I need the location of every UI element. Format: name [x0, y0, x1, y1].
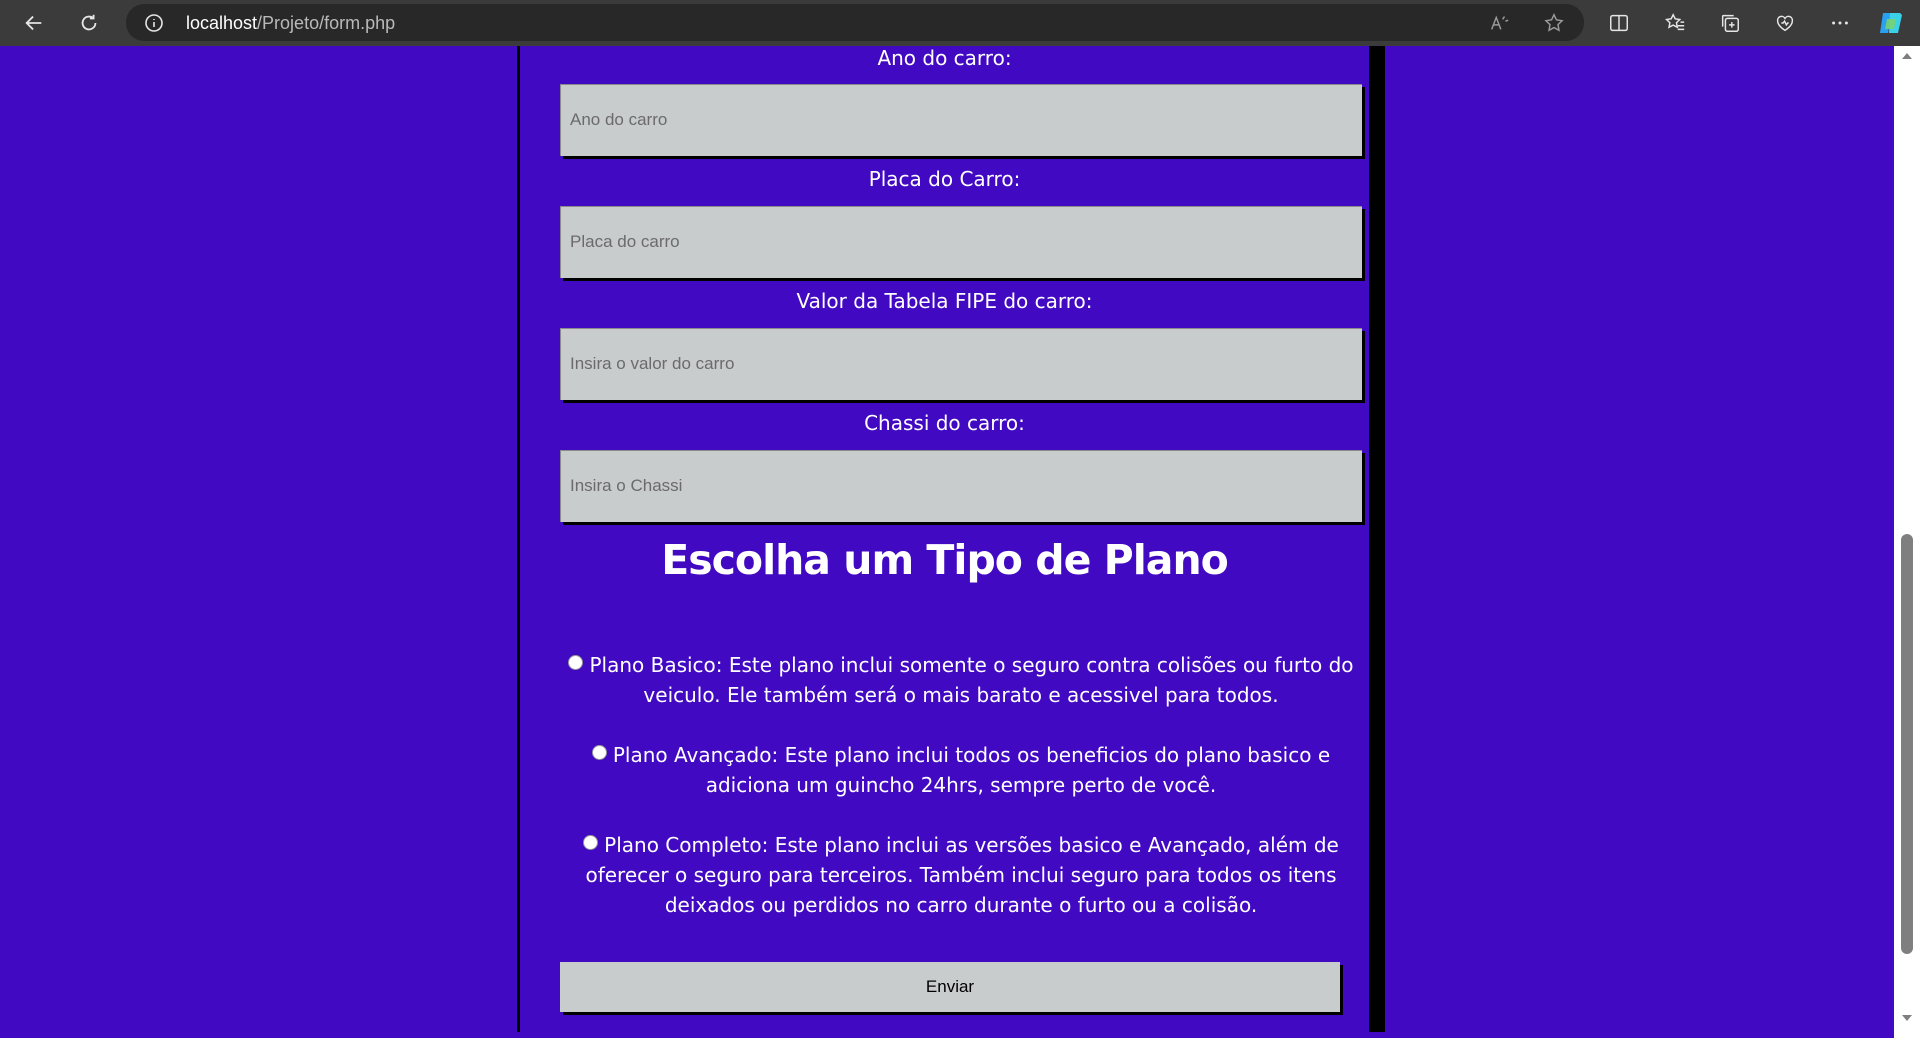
scroll-down-arrow-icon[interactable]: [1900, 1012, 1914, 1024]
favorites-icon[interactable]: [1658, 7, 1692, 39]
enviar-button[interactable]: Enviar: [560, 962, 1340, 1012]
plan-section-title: Escolha um Tipo de Plano: [661, 536, 1229, 584]
scroll-up-arrow-icon[interactable]: [1900, 50, 1914, 62]
label-chassi: Chassi do carro:: [864, 411, 1025, 435]
browser-essentials-icon[interactable]: [1768, 7, 1802, 39]
copilot-icon[interactable]: [1874, 7, 1908, 39]
valor-fipe-input[interactable]: [560, 328, 1362, 400]
url-path: /Projeto/form.php: [257, 13, 396, 33]
plan-completo-text: Plano Completo: Este plano inclui as ver…: [585, 833, 1339, 917]
plan-avancado-radio[interactable]: [591, 745, 607, 760]
collections-icon[interactable]: [1713, 7, 1747, 39]
form-container: Ano do carro: Placa do Carro: Valor da T…: [517, 46, 1385, 1032]
page-viewport: Ano do carro: Placa do Carro: Valor da T…: [6, 46, 1894, 1032]
url-host: localhost: [186, 13, 258, 33]
placa-do-carro-input[interactable]: [560, 206, 1362, 278]
vertical-scrollbar[interactable]: [1894, 46, 1920, 1038]
split-screen-icon[interactable]: [1602, 7, 1636, 39]
url-text[interactable]: localhost/Projeto/form.php: [186, 13, 395, 34]
back-icon[interactable]: [17, 7, 51, 39]
ano-do-carro-input[interactable]: [560, 84, 1362, 156]
refresh-icon[interactable]: [72, 7, 106, 39]
plan-avancado-text: Plano Avançado: Este plano inclui todos …: [612, 743, 1331, 797]
favorite-star-icon[interactable]: [1537, 7, 1571, 39]
more-icon[interactable]: [1823, 7, 1857, 39]
plan-basico-radio[interactable]: [568, 655, 584, 670]
label-valor-fipe: Valor da Tabela FIPE do carro:: [796, 289, 1093, 313]
info-icon[interactable]: [144, 13, 164, 33]
label-placa: Placa do Carro:: [868, 167, 1021, 191]
plan-completo-option[interactable]: Plano Completo: Este plano inclui as ver…: [560, 830, 1362, 920]
plan-completo-radio[interactable]: [583, 835, 599, 850]
label-ano: Ano do carro:: [877, 46, 1012, 70]
plan-basico-option[interactable]: Plano Basico: Este plano inclui somente …: [560, 650, 1362, 710]
read-aloud-icon[interactable]: [1482, 7, 1516, 39]
browser-toolbar: localhost/Projeto/form.php: [0, 0, 1920, 46]
chassi-input[interactable]: [560, 450, 1362, 522]
plan-basico-text: Plano Basico: Este plano inclui somente …: [589, 653, 1354, 707]
address-bar[interactable]: localhost/Projeto/form.php: [126, 4, 1584, 41]
scrollbar-thumb[interactable]: [1901, 534, 1913, 954]
plan-avancado-option[interactable]: Plano Avançado: Este plano inclui todos …: [560, 740, 1362, 800]
